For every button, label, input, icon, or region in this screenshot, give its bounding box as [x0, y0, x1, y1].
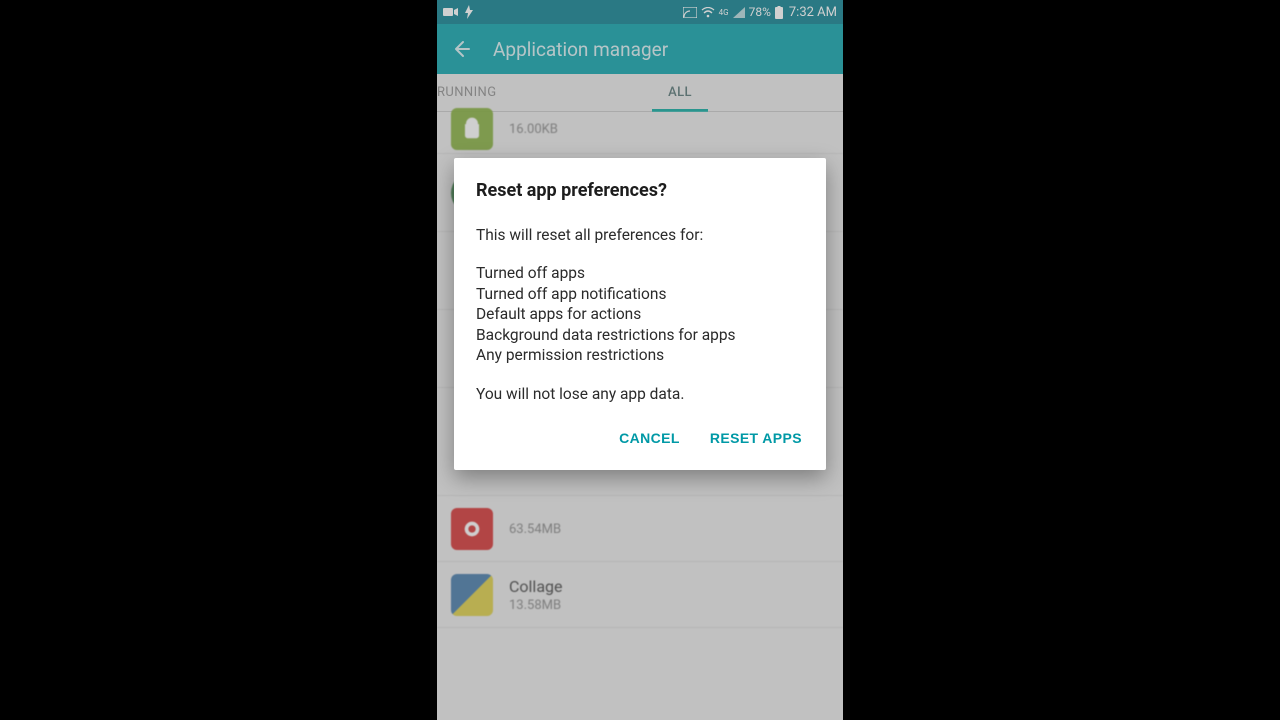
dialog-item: Background data restrictions for apps [476, 325, 804, 345]
reset-preferences-dialog: Reset app preferences? This will reset a… [454, 158, 826, 470]
dialog-item: Any permission restrictions [476, 345, 804, 365]
dialog-body: This will reset all preferences for: Tur… [476, 225, 804, 404]
phone-screen: 4G 78% 7:32 AM Application manager RUNNI… [437, 0, 843, 720]
dialog-actions: CANCEL RESET APPS [476, 424, 804, 458]
dialog-item: Turned off apps [476, 263, 804, 283]
dialog-intro: This will reset all preferences for: [476, 225, 804, 245]
dialog-items: Turned off apps Turned off app notificat… [476, 263, 804, 365]
cancel-button[interactable]: CANCEL [617, 424, 682, 452]
reset-apps-button[interactable]: RESET APPS [708, 424, 804, 452]
dialog-title: Reset app preferences? [476, 180, 804, 201]
dialog-item: Turned off app notifications [476, 284, 804, 304]
dialog-item: Default apps for actions [476, 304, 804, 324]
dialog-footer: You will not lose any app data. [476, 384, 804, 404]
